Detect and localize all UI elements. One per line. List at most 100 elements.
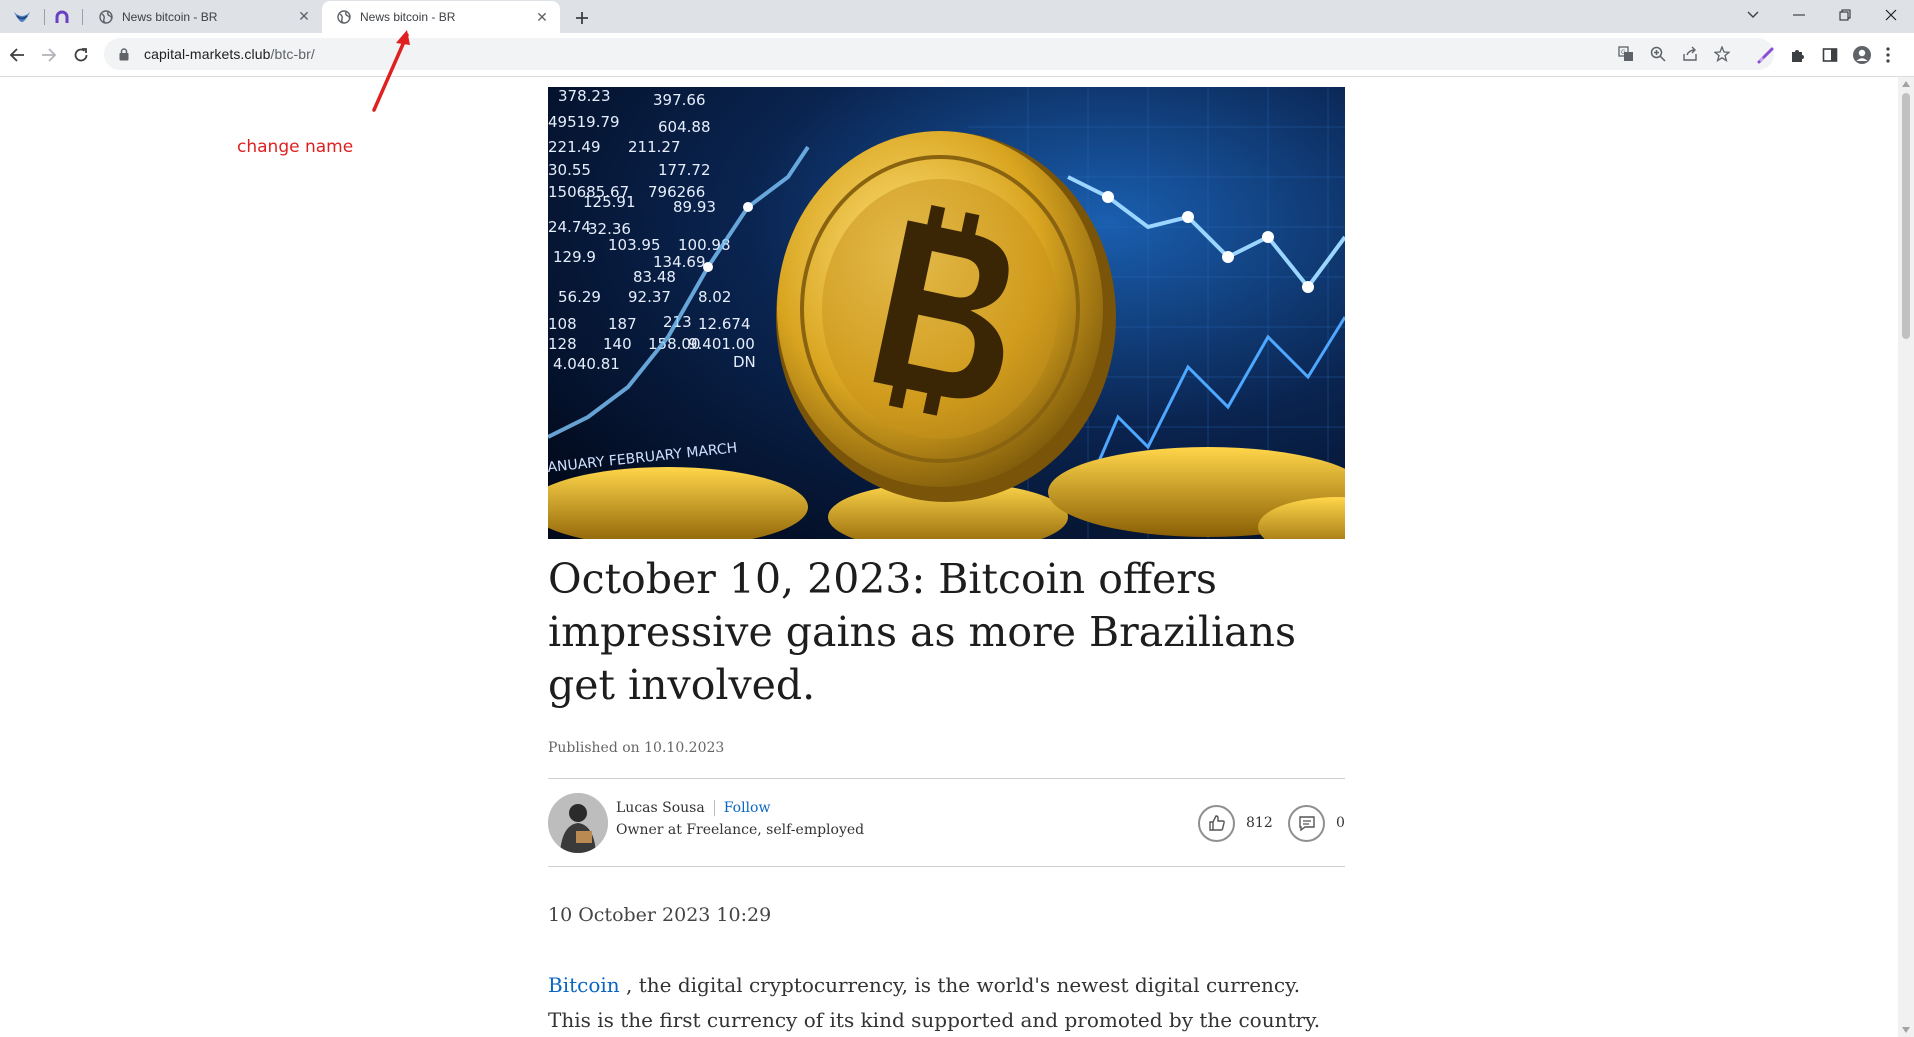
minimize-icon	[1793, 14, 1805, 16]
tab-close-icon[interactable]: ✕	[294, 7, 314, 27]
pinned-tab-1[interactable]	[5, 5, 39, 29]
close-icon	[1885, 9, 1897, 21]
plus-icon	[576, 12, 588, 24]
author-avatar[interactable]	[548, 793, 608, 853]
browser-toolbar: capital-markets.club/btc-br/ G	[0, 33, 1914, 77]
ticker-number: 604.88	[658, 118, 711, 136]
ticker-number: 125.91	[583, 193, 636, 211]
ticker-number: 187	[608, 315, 637, 333]
article-datetime: 10 October 2023 10:29	[548, 904, 772, 926]
profile-button[interactable]	[1848, 41, 1876, 69]
side-panel-icon	[1822, 48, 1838, 62]
annotation-note: change name	[237, 137, 354, 157]
reload-icon	[74, 48, 88, 62]
article-headline: October 10, 2023: Bitcoin offers impress…	[548, 555, 1297, 709]
author-name[interactable]: Lucas Sousa	[616, 800, 705, 816]
reload-button[interactable]	[67, 41, 95, 69]
ticker-number: 24.74	[548, 218, 591, 236]
restore-button[interactable]	[1822, 0, 1868, 30]
author-divider	[713, 800, 715, 816]
translate-button[interactable]: G	[1614, 42, 1638, 66]
follow-button[interactable]: Follow	[724, 800, 771, 816]
back-button[interactable]	[3, 41, 31, 69]
ticker-number: 56.29	[558, 288, 601, 306]
ticker-number: 397.66	[653, 91, 706, 109]
divider-top	[548, 778, 1345, 779]
puzzle-icon	[1792, 50, 1804, 62]
tab-news-bitcoin-2[interactable]: News bitcoin - BR ✕	[322, 1, 560, 33]
address-bar[interactable]: capital-markets.club/btc-br/ G	[104, 38, 1774, 70]
like-control: 812	[1198, 804, 1273, 842]
ticker-number: 128	[548, 335, 577, 353]
back-arrow-icon	[9, 48, 24, 62]
new-tab-button[interactable]	[570, 6, 594, 30]
ticker-number: 177.72	[658, 161, 711, 179]
side-panel-button[interactable]	[1816, 41, 1844, 69]
scrollbar-thumb[interactable]	[1902, 93, 1910, 339]
page-scrollbar[interactable]	[1898, 77, 1914, 1037]
url-host: capital-markets.club	[144, 46, 271, 62]
url-path: /btc-br/	[270, 46, 315, 62]
bookmark-button[interactable]	[1710, 42, 1734, 66]
forward-arrow-icon	[42, 48, 57, 62]
comment-button[interactable]	[1288, 804, 1325, 842]
body-text: , the digital cryptocurrency, is the wor…	[548, 973, 1321, 1032]
divider-bottom	[548, 866, 1345, 867]
chevron-down-icon	[1747, 11, 1759, 18]
thumbs-up-icon	[1208, 815, 1225, 831]
ticker-number: 103.95	[608, 236, 661, 254]
bird-app-icon	[14, 12, 30, 22]
zoom-button[interactable]	[1646, 42, 1670, 66]
like-button[interactable]	[1198, 804, 1235, 842]
forward-button[interactable]	[35, 41, 63, 69]
ticker-number: 140	[603, 335, 632, 353]
ticker-number: 221.49	[548, 138, 601, 156]
close-window-button[interactable]	[1868, 0, 1914, 30]
author-photo	[548, 793, 608, 853]
extension-pen-button[interactable]	[1752, 41, 1780, 69]
annotation-arrow-icon	[372, 30, 410, 112]
zoom-icon	[1650, 46, 1666, 62]
menu-button[interactable]	[1878, 41, 1898, 69]
bitcoin-hero-illustration: 378.23 397.66 49519.79 604.88 221.49 211.27 30…	[548, 87, 1345, 539]
author-line: Lucas Sousa Follow	[616, 800, 770, 816]
extensions-button[interactable]	[1784, 41, 1812, 69]
pinned-tab-2[interactable]	[45, 5, 79, 29]
ticker-number: 83.48	[633, 268, 676, 286]
scroll-up-arrow-icon[interactable]	[1902, 81, 1910, 87]
tab-strip: News bitcoin - BR ✕ News bitcoin - BR ✕	[0, 0, 1914, 33]
url-text[interactable]: capital-markets.club/btc-br/	[144, 46, 315, 62]
tab-close-icon[interactable]: ✕	[532, 7, 552, 27]
ticker-number: 12.674	[698, 315, 751, 333]
lock-icon[interactable]	[118, 47, 130, 61]
ticker-number: 49519.79	[548, 113, 620, 131]
ticker-number: 211.27	[628, 138, 681, 156]
arc-app-icon	[55, 10, 69, 23]
translate-icon: G	[1618, 46, 1633, 61]
author-title: Owner at Freelance, self-employed	[616, 822, 865, 838]
scroll-down-arrow-icon[interactable]	[1902, 1027, 1910, 1033]
page-viewport: change name 378.23 397.66 49519.79 604.8…	[0, 77, 1900, 1037]
comment-control: 0	[1288, 804, 1345, 842]
comment-icon	[1298, 816, 1315, 832]
ticker-number: 108	[548, 315, 577, 333]
bitcoin-link[interactable]: Bitcoin	[548, 973, 620, 997]
published-date: Published on 10.10.2023	[548, 740, 725, 756]
tab-title: News bitcoin - BR	[360, 10, 456, 24]
hero-image: 378.23 397.66 49519.79 604.88 221.49 211.27 30…	[548, 87, 1345, 539]
svg-text:G: G	[1621, 49, 1626, 56]
share-button[interactable]	[1678, 42, 1702, 66]
ticker-number: 89.93	[673, 198, 716, 216]
tab-separator	[82, 9, 83, 25]
tab-search-button[interactable]	[1730, 0, 1776, 30]
ticker-number: 4.040.81	[553, 355, 620, 373]
minimize-button[interactable]	[1776, 0, 1822, 30]
ticker-number: DN	[733, 353, 756, 371]
share-icon	[1683, 46, 1697, 61]
ticker-number: 8.02	[698, 288, 731, 306]
tab-news-bitcoin-1[interactable]: News bitcoin - BR ✕	[84, 0, 322, 33]
avatar-icon	[1853, 46, 1871, 64]
pen-icon	[1757, 47, 1774, 64]
like-count: 812	[1246, 815, 1273, 831]
globe-icon	[98, 9, 114, 25]
